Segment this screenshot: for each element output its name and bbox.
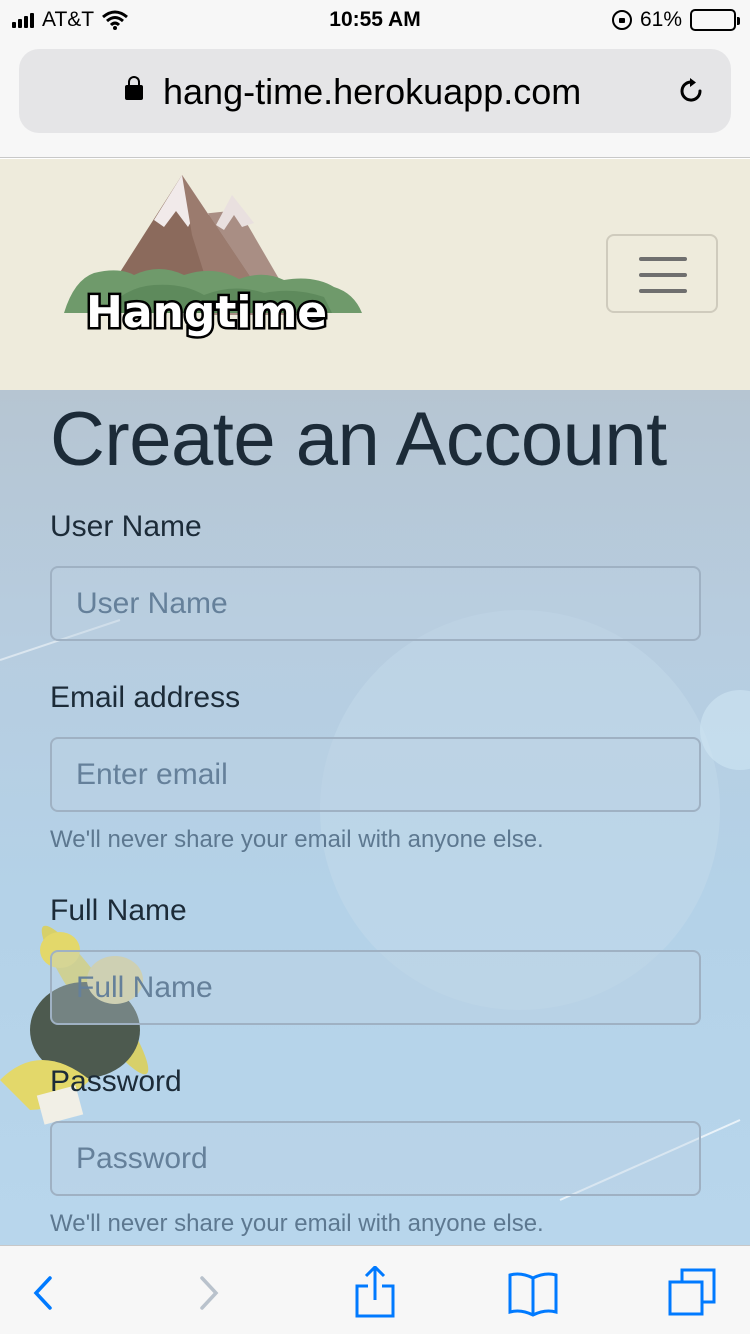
bookmarks-icon[interactable] (506, 1266, 560, 1320)
battery-percent: 61% (639, 8, 682, 31)
status-right: 61% (611, 8, 740, 32)
create-account-form: Create an Account User Name Email addres… (50, 390, 701, 1238)
email-input[interactable] (50, 737, 701, 812)
hamburger-icon (639, 257, 687, 261)
orientation-lock-icon (611, 10, 632, 30)
email-help-text: We'll never share your email with anyone… (50, 826, 544, 853)
main-content: Create an Account User Name Email addres… (0, 390, 750, 1245)
site-navbar: Hangtime (0, 159, 750, 390)
lock-icon (125, 76, 143, 100)
password-help-text: We'll never share your email with anyone… (50, 1210, 544, 1237)
status-bar: AT&T 10:55 AM 61% (0, 0, 750, 40)
browser-address-area: hang-time.herokuapp.com (0, 40, 750, 158)
forward-icon[interactable] (182, 1266, 236, 1320)
logo-text: Hangtime (86, 287, 327, 338)
email-label: Email address (50, 681, 241, 714)
browser-toolbar (0, 1245, 750, 1334)
address-bar[interactable]: hang-time.herokuapp.com (19, 49, 731, 133)
hamburger-line (639, 273, 687, 277)
username-label: User Name (50, 510, 202, 543)
reload-icon[interactable] (675, 75, 707, 107)
page-title: Create an Account (50, 397, 667, 482)
battery-icon (690, 9, 740, 31)
menu-toggle-button[interactable] (606, 234, 718, 313)
password-label: Password (50, 1065, 182, 1098)
back-icon[interactable] (16, 1266, 70, 1320)
hangtime-logo[interactable]: Hangtime (64, 175, 364, 350)
hamburger-line (639, 289, 687, 293)
username-input[interactable] (50, 566, 701, 641)
password-input[interactable] (50, 1121, 701, 1196)
fullname-label: Full Name (50, 894, 187, 927)
tabs-icon[interactable] (666, 1266, 720, 1320)
share-icon[interactable] (348, 1266, 402, 1320)
url-text[interactable]: hang-time.herokuapp.com (163, 71, 581, 113)
fullname-input[interactable] (50, 950, 701, 1025)
